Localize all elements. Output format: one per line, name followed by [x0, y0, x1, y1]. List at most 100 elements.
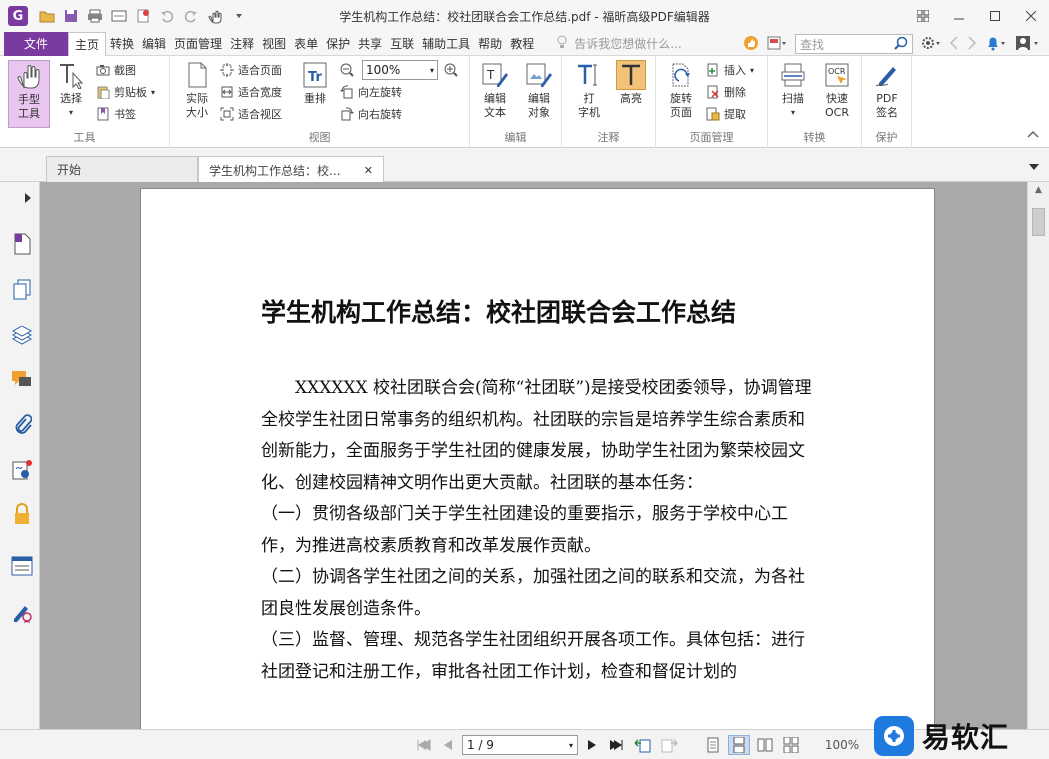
- select-tool-button[interactable]: 选择 ▾: [50, 60, 92, 120]
- search-input[interactable]: 查找: [795, 34, 913, 54]
- settings-gear-icon[interactable]: [921, 36, 941, 53]
- tab-connect[interactable]: 互联: [386, 32, 418, 56]
- minimize-icon[interactable]: [941, 0, 977, 32]
- tab-view[interactable]: 视图: [258, 32, 290, 56]
- attachment-icon[interactable]: [10, 412, 34, 436]
- close-tab-icon[interactable]: ✕: [364, 164, 373, 177]
- tab-current-document[interactable]: 学生机构工作总结：校... ✕: [198, 156, 384, 183]
- undo-icon[interactable]: [158, 7, 176, 25]
- highlight-button[interactable]: 高亮: [610, 60, 652, 106]
- facing-view-icon[interactable]: [754, 735, 776, 755]
- typewriter-button[interactable]: 打 字机: [568, 60, 610, 120]
- tab-protect[interactable]: 保护: [322, 32, 354, 56]
- vertical-scrollbar[interactable]: ▲: [1027, 182, 1049, 729]
- previous-view-icon[interactable]: [632, 735, 654, 755]
- tab-form[interactable]: 表单: [290, 32, 322, 56]
- new-doc-icon[interactable]: [134, 7, 152, 25]
- pdf-page[interactable]: 学生机构工作总结：校社团联合会工作总结 XXXXXX 校社团联合会(简称“社团联…: [140, 188, 935, 729]
- fit-width-button[interactable]: 适合宽度: [220, 82, 282, 102]
- print-icon[interactable]: [86, 7, 104, 25]
- tell-me-box[interactable]: 告诉我您想做什么...: [556, 35, 682, 52]
- quick-ocr-button[interactable]: OCR 快速 OCR: [816, 60, 858, 120]
- security-lock-icon[interactable]: [10, 502, 34, 526]
- rotate-right-button[interactable]: 向右旋转: [340, 104, 402, 124]
- reflow-button[interactable]: Tr 重排: [294, 60, 336, 106]
- signature-panel-icon[interactable]: [10, 458, 34, 482]
- scrollbar-thumb[interactable]: [1032, 208, 1045, 236]
- like-icon[interactable]: [743, 35, 759, 54]
- next-arrow-icon[interactable]: [967, 35, 977, 53]
- actual-size-button[interactable]: 实际 大小: [176, 60, 218, 120]
- continuous-facing-view-icon[interactable]: [780, 735, 802, 755]
- comments-icon[interactable]: [10, 368, 34, 392]
- user-avatar-icon[interactable]: [1015, 35, 1041, 54]
- site-watermark: 易软汇: [874, 712, 1049, 759]
- tab-annotate[interactable]: 注释: [226, 32, 258, 56]
- scan-icon[interactable]: [110, 7, 128, 25]
- page-thumbnail-icon[interactable]: [10, 232, 34, 256]
- pages-panel-icon[interactable]: [10, 278, 34, 302]
- document-body: XXXXXX 校社团联合会(简称“社团联”)是接受校团委领导，协调管理全校学生社…: [261, 373, 817, 688]
- tab-home[interactable]: 主页: [68, 31, 107, 57]
- previous-page-icon[interactable]: [438, 735, 458, 755]
- single-page-view-icon[interactable]: [702, 735, 724, 755]
- clipboard-button[interactable]: 剪贴板 ▾: [96, 82, 155, 102]
- last-page-icon[interactable]: [606, 735, 626, 755]
- open-folder-icon[interactable]: [38, 7, 56, 25]
- notification-bell-icon[interactable]: [985, 35, 1007, 54]
- tab-help[interactable]: 帮助: [474, 32, 506, 56]
- restore-icon[interactable]: [977, 0, 1013, 32]
- tell-me-text: 告诉我您想做什么...: [574, 37, 682, 51]
- tab-page-management[interactable]: 页面管理: [170, 32, 226, 56]
- collapse-ribbon-icon[interactable]: [1027, 127, 1039, 141]
- bookmark-button[interactable]: 书签: [96, 104, 136, 124]
- tab-accessibility[interactable]: 辅助工具: [418, 32, 474, 56]
- fit-visible-button[interactable]: 适合视区: [220, 104, 282, 124]
- fit-page-button[interactable]: 适合页面: [220, 60, 282, 80]
- layers-icon[interactable]: [10, 324, 34, 348]
- file-menu-button[interactable]: 文件: [4, 31, 68, 56]
- customize-toolbar-icon[interactable]: [230, 7, 248, 25]
- status-zoom-level[interactable]: 100%: [818, 735, 866, 755]
- next-view-icon[interactable]: [658, 735, 680, 755]
- search-icon[interactable]: [894, 36, 908, 53]
- extract-page-button[interactable]: 提取: [706, 104, 746, 124]
- insert-page-button[interactable]: 插入 ▾: [706, 60, 754, 80]
- save-icon[interactable]: [62, 7, 80, 25]
- first-page-icon[interactable]: [414, 735, 434, 755]
- next-page-icon[interactable]: [582, 735, 602, 755]
- document-viewport[interactable]: 学生机构工作总结：校社团联合会工作总结 XXXXXX 校社团联合会(简称“社团联…: [40, 182, 1027, 729]
- continuous-view-icon[interactable]: [728, 735, 750, 755]
- skin-icon[interactable]: [767, 36, 787, 53]
- edit-text-button[interactable]: T 编辑 文本: [474, 60, 516, 120]
- zoom-out-button[interactable]: [340, 60, 354, 80]
- menu-right-tools: 查找: [743, 32, 1041, 56]
- expand-panel-icon[interactable]: [22, 186, 34, 210]
- group-label-convert: 转换: [803, 131, 826, 144]
- certificate-sign-icon[interactable]: [10, 600, 34, 624]
- hand-cursor-icon[interactable]: [206, 7, 224, 25]
- close-window-icon[interactable]: [1013, 0, 1049, 32]
- form-fields-icon[interactable]: [10, 554, 34, 578]
- hand-tool-button[interactable]: 手型 工具: [8, 60, 50, 128]
- scroll-up-icon[interactable]: ▲: [1028, 182, 1049, 198]
- tab-edit[interactable]: 编辑: [138, 32, 170, 56]
- page-number-input[interactable]: 1 / 9 ▾: [462, 735, 578, 755]
- screenshot-button[interactable]: 截图: [96, 60, 136, 80]
- prev-arrow-icon[interactable]: [949, 35, 959, 53]
- tab-tutorial[interactable]: 教程: [506, 32, 538, 56]
- redo-icon[interactable]: [182, 7, 200, 25]
- tab-convert[interactable]: 转换: [106, 32, 138, 56]
- delete-page-button[interactable]: 删除: [706, 82, 746, 102]
- tab-share[interactable]: 共享: [354, 32, 386, 56]
- rotate-page-button[interactable]: 旋转 页面: [660, 60, 702, 120]
- zoom-in-button[interactable]: [444, 60, 458, 80]
- pdf-sign-button[interactable]: PDF 签名: [866, 60, 908, 120]
- scan-button[interactable]: 扫描 ▾: [772, 60, 814, 120]
- tab-list-dropdown-icon[interactable]: [1029, 160, 1039, 174]
- layout-icon[interactable]: [905, 0, 941, 32]
- zoom-select[interactable]: 100% ▾: [362, 60, 438, 80]
- edit-object-button[interactable]: 编辑 对象: [518, 60, 560, 120]
- rotate-left-button[interactable]: 向左旋转: [340, 82, 402, 102]
- tab-start-page[interactable]: 开始: [46, 156, 198, 182]
